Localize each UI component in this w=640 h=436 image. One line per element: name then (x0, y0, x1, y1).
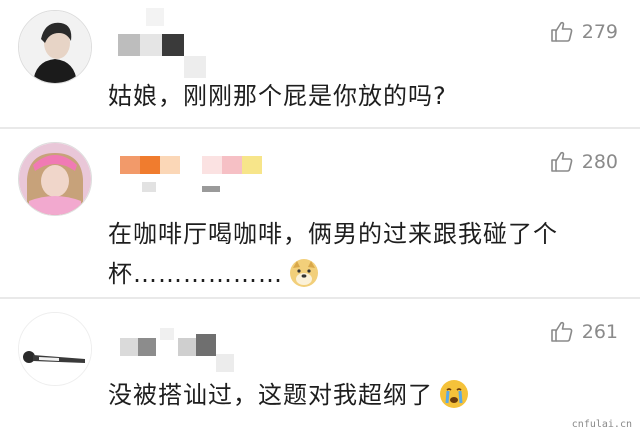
comment-text-content: 没被搭讪过，这题对我超纲了 (108, 381, 433, 409)
comment-text: 在咖啡厅喝咖啡，俩男的过来跟我碰了个 杯……………… (108, 214, 598, 294)
username-masked[interactable] (118, 8, 228, 80)
comment-text: 姑娘，刚刚那个屁是你放的吗? (108, 82, 447, 110)
comment-item-1: 279 姑娘，刚刚那个屁是你放的吗? (0, 0, 640, 128)
like-button[interactable]: 261 (550, 320, 618, 344)
like-button[interactable]: 279 (550, 20, 618, 44)
user-avatar[interactable] (18, 312, 92, 386)
comment-item-2: 280 在咖啡厅喝咖啡，俩男的过来跟我碰了个 杯……………… (0, 128, 640, 298)
username-masked[interactable] (120, 156, 270, 196)
thumbs-up-icon (550, 150, 574, 174)
user-avatar[interactable] (18, 10, 92, 84)
comment-text-line-2: 杯……………… (108, 254, 598, 294)
like-button[interactable]: 280 (550, 150, 618, 174)
doge-emoji-icon (289, 258, 319, 288)
comment-text-line-1: 在咖啡厅喝咖啡，俩男的过来跟我碰了个 (108, 220, 558, 248)
like-count: 280 (581, 151, 618, 173)
watermark: cnfulai.cn (571, 419, 632, 430)
crying-face-emoji-icon (439, 379, 469, 409)
user-avatar[interactable] (18, 142, 92, 216)
comment-text-line-2-text: 杯……………… (108, 260, 283, 288)
thumbs-up-icon (550, 20, 574, 44)
comment-text: 没被搭讪过，这题对我超纲了 (108, 375, 469, 415)
username-masked[interactable] (120, 328, 240, 378)
comment-item-3: 261 没被搭讪过，这题对我超纲了 (0, 298, 640, 436)
thumbs-up-icon (550, 320, 574, 344)
like-count: 279 (581, 21, 618, 43)
like-count: 261 (581, 321, 618, 343)
